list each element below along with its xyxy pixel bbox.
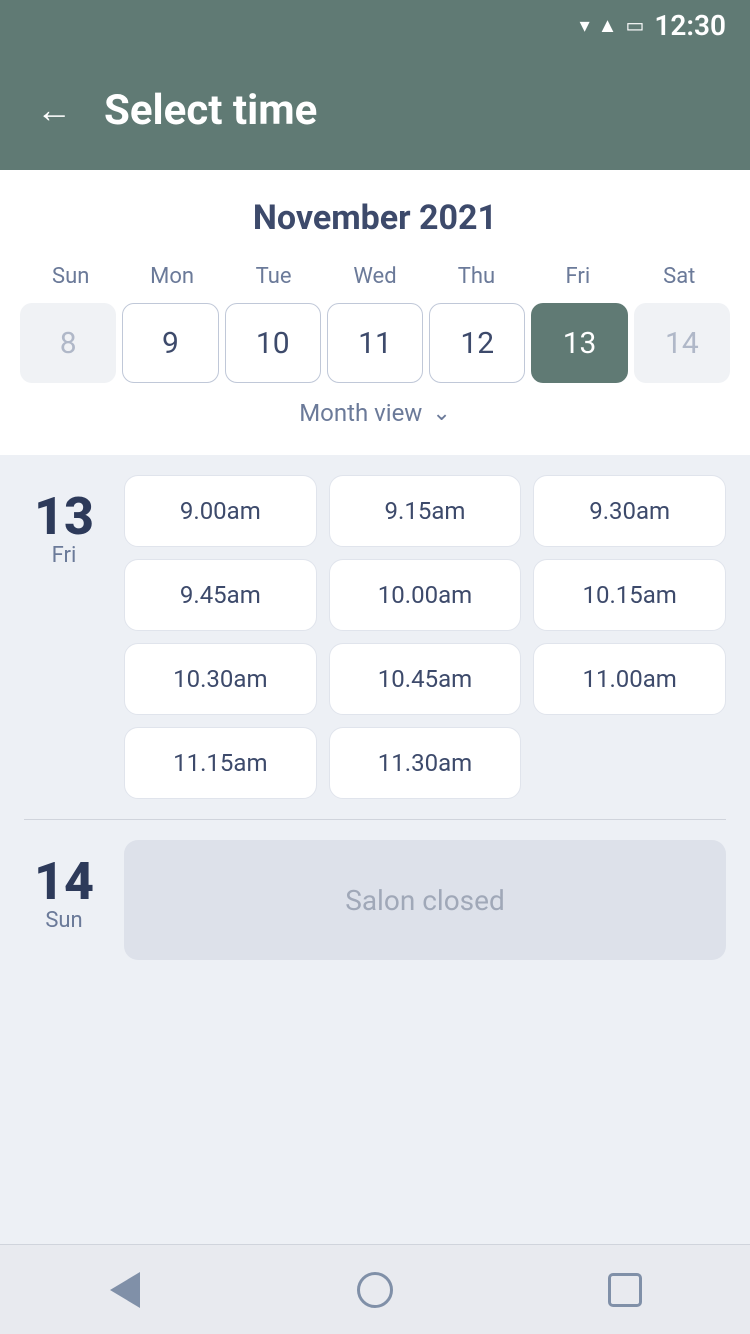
- nav-recent-button[interactable]: [600, 1265, 650, 1315]
- date-13[interactable]: 13: [531, 303, 627, 383]
- back-nav-icon: [110, 1272, 140, 1308]
- section-divider: [24, 819, 726, 820]
- date-14: 14: [634, 303, 730, 383]
- calendar-section: November 2021 Sun Mon Tue Wed Thu Fri Sa…: [0, 170, 750, 455]
- day-label-14: 14 Sun: [24, 840, 104, 960]
- time-slot-945am[interactable]: 9.45am: [124, 559, 317, 631]
- status-bar: ▾ ▲ ▭ 12:30: [0, 0, 750, 50]
- time-slot-1045am[interactable]: 10.45am: [329, 643, 522, 715]
- date-10[interactable]: 10: [225, 303, 321, 383]
- time-slot-915am[interactable]: 9.15am: [329, 475, 522, 547]
- time-slot-1015am[interactable]: 10.15am: [533, 559, 726, 631]
- time-slot-1115am[interactable]: 11.15am: [124, 727, 317, 799]
- signal-icon: ▲: [598, 13, 618, 38]
- salon-closed-label: Salon closed: [345, 884, 505, 917]
- month-view-toggle[interactable]: Month view ⌄: [20, 383, 730, 435]
- day-header-mon: Mon: [121, 258, 222, 295]
- header: ← Select time: [0, 50, 750, 170]
- month-view-label: Month view: [299, 399, 422, 427]
- status-icons: ▾ ▲ ▭: [580, 13, 645, 38]
- day-headers: Sun Mon Tue Wed Thu Fri Sat: [20, 258, 730, 295]
- date-9[interactable]: 9: [122, 303, 218, 383]
- home-nav-icon: [357, 1272, 393, 1308]
- status-time: 12:30: [654, 9, 726, 42]
- nav-bar: [0, 1244, 750, 1334]
- time-slot-1030am[interactable]: 10.30am: [124, 643, 317, 715]
- date-8: 8: [20, 303, 116, 383]
- day-name-13: Fri: [52, 543, 77, 568]
- wifi-icon: ▾: [580, 13, 590, 37]
- page-title: Select time: [104, 86, 317, 135]
- recent-nav-icon: [608, 1273, 642, 1307]
- day-header-fri: Fri: [527, 258, 628, 295]
- time-slots-section: 13 Fri 9.00am 9.15am 9.30am 9.45am 10.00…: [0, 455, 750, 1244]
- date-12[interactable]: 12: [429, 303, 525, 383]
- date-row: 8 9 10 11 12 13 14: [20, 303, 730, 383]
- time-slot-1100am[interactable]: 11.00am: [533, 643, 726, 715]
- day-block-14: 14 Sun Salon closed: [24, 840, 726, 960]
- day-header-tue: Tue: [223, 258, 324, 295]
- nav-home-button[interactable]: [350, 1265, 400, 1315]
- day-number-13: 13: [34, 491, 94, 543]
- back-button[interactable]: ←: [36, 89, 72, 131]
- day-header-sun: Sun: [20, 258, 121, 295]
- time-grid-13: 9.00am 9.15am 9.30am 9.45am 10.00am 10.1…: [124, 475, 726, 799]
- chevron-down-icon: ⌄: [432, 401, 450, 426]
- time-slot-900am[interactable]: 9.00am: [124, 475, 317, 547]
- day-number-14: 14: [34, 856, 94, 908]
- month-title: November 2021: [20, 198, 730, 238]
- time-slot-930am[interactable]: 9.30am: [533, 475, 726, 547]
- day-label-13: 13 Fri: [24, 475, 104, 799]
- time-slot-1000am[interactable]: 10.00am: [329, 559, 522, 631]
- day-header-sat: Sat: [629, 258, 730, 295]
- battery-icon: ▭: [625, 13, 644, 37]
- nav-back-button[interactable]: [100, 1265, 150, 1315]
- salon-closed-box: Salon closed: [124, 840, 726, 960]
- day-name-14: Sun: [45, 908, 82, 933]
- day-header-thu: Thu: [426, 258, 527, 295]
- time-slot-1130am[interactable]: 11.30am: [329, 727, 522, 799]
- date-11[interactable]: 11: [327, 303, 423, 383]
- day-block-13: 13 Fri 9.00am 9.15am 9.30am 9.45am 10.00…: [24, 475, 726, 799]
- day-header-wed: Wed: [324, 258, 425, 295]
